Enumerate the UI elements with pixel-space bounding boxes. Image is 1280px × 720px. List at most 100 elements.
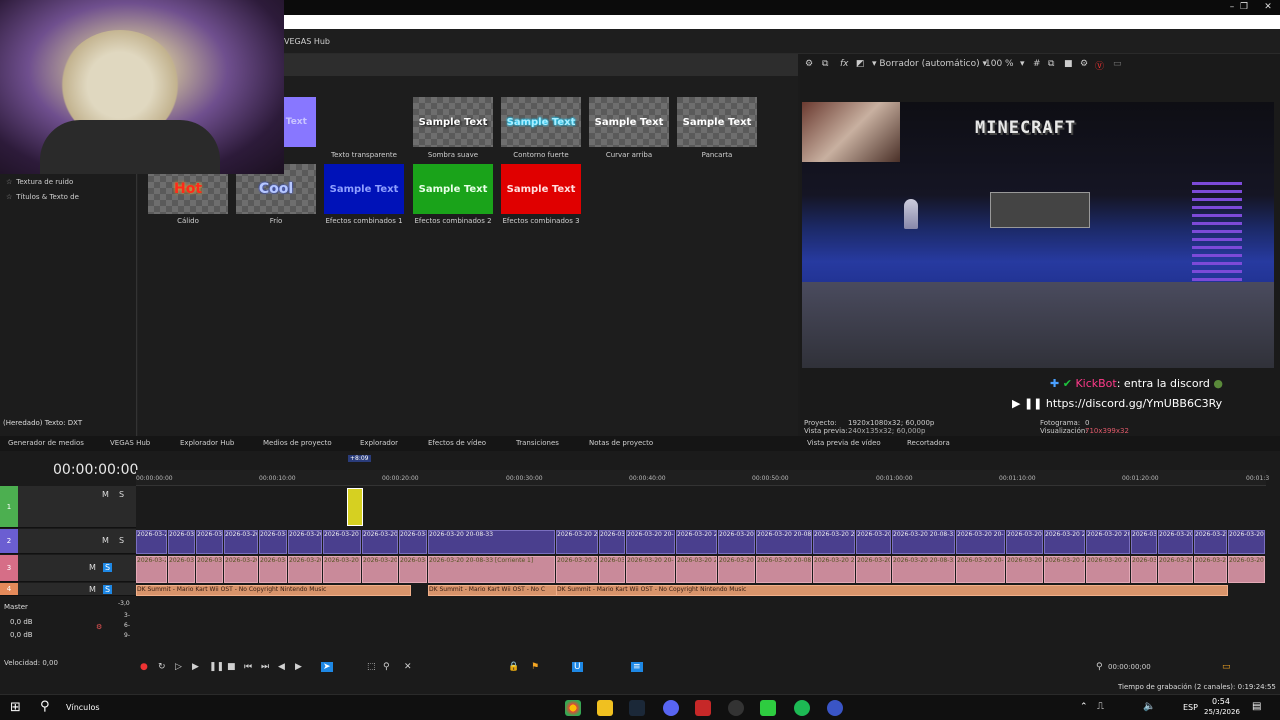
play-from-start-button[interactable]: ▷ (175, 662, 182, 672)
video-clip[interactable]: 2026-03-20 20-08-33 (323, 530, 361, 554)
audio-clip[interactable]: 2026-03-20 20-08-33 [Corriente 1] (1044, 556, 1085, 583)
normal-edit-tool-icon[interactable]: ➤ (321, 662, 333, 672)
kick-icon[interactable] (760, 700, 776, 716)
auto-ripple-icon[interactable]: ≡ (631, 662, 643, 672)
audio-clip[interactable]: 2026-03-20 20-08-33 [Corriente 1] (599, 556, 625, 583)
loop-button[interactable]: ↻ (158, 662, 166, 672)
audio-clip[interactable]: 2026-03-20 20-08-33 [Corriente 1] (1158, 556, 1193, 583)
video-clip[interactable]: 2026-03-20 20-08-33 (813, 530, 855, 554)
track-header[interactable]: 3 M S (0, 555, 136, 582)
selection-tool-icon[interactable]: ⬚ (367, 662, 376, 672)
pause-icon[interactable]: ❚❚ (1024, 397, 1042, 410)
music-clip[interactable]: DK Summit - Mario Kart Wii OST - No Copy… (136, 585, 411, 596)
pause-button[interactable]: ❚❚ (209, 662, 224, 672)
solo-button[interactable]: S (119, 536, 124, 545)
video-clip[interactable]: 2026-03-20 20-08-33 (428, 530, 555, 554)
music-clip[interactable]: DK Summit - Mario Kart Wii OST - No C (428, 585, 558, 596)
solo-button[interactable]: S (103, 563, 113, 572)
play-icon[interactable]: ▶ (1012, 397, 1020, 410)
vegas-icon[interactable]: Ⓥ (1095, 59, 1104, 72)
track-header[interactable]: 1 M S (0, 486, 136, 528)
save-snapshot-icon[interactable]: ■ (1064, 59, 1073, 69)
stop-button[interactable]: ■ (227, 662, 236, 672)
audio-clip[interactable]: 2026-03-20 20-08-33 [Corriente 1] (288, 556, 322, 583)
video-clip[interactable]: 2026-03-20 20-08-33 (626, 530, 675, 554)
video-clip[interactable]: 2026-03-20 20-08-33 (599, 530, 625, 554)
snapping-icon[interactable]: U (572, 662, 583, 672)
pin-icon[interactable]: ⚲ (1096, 662, 1103, 672)
preset-thumb-combined-3[interactable]: Sample Text (501, 164, 581, 214)
gear-icon[interactable]: ⚙ (805, 59, 813, 69)
file-explorer-icon[interactable] (597, 700, 613, 716)
app-icon[interactable] (695, 700, 711, 716)
video-clip[interactable]: 2026-03-20 20-08-33 (756, 530, 812, 554)
video-clip[interactable]: 2026-03-20 20-08-33 (1131, 530, 1157, 554)
video-clip[interactable]: 2026-03-20 20-08-33 (956, 530, 1005, 554)
text-event-clip[interactable] (347, 488, 363, 526)
audio-clip[interactable]: 2026-03-20 20-08-33 [Corriente 1] (196, 556, 223, 583)
audio-clip[interactable]: 2026-03-20 20-08-33 [Corriente 1] (626, 556, 675, 583)
go-to-end-button[interactable]: ⏭ (261, 662, 269, 672)
tab-video-preview[interactable]: Vista previa de vídeo (807, 439, 881, 447)
video-clip[interactable]: 2026-03-20 20-08-33 (399, 530, 427, 554)
music-clip[interactable]: DK Summit - Mario Kart Wii OST - No Copy… (556, 585, 1228, 596)
track-header[interactable]: 2 M S (0, 529, 136, 554)
audio-clip[interactable]: 2026-03-20 20-08-33 [Corriente 1] (676, 556, 717, 583)
windows-start-icon[interactable]: ⊞ (10, 700, 21, 715)
region-icon[interactable]: ▭ (1222, 662, 1231, 672)
clock-time[interactable]: 0:54 (1212, 697, 1230, 706)
audio-clip[interactable]: 2026-03-20 20-08-33 [Corriente 1] (259, 556, 287, 583)
audio-clip[interactable]: 2026-03-20 20-08-33 [Corriente 1] (956, 556, 1005, 583)
audio-clip[interactable]: 2026-03-20 20-08-33 [Corriente 1] (1228, 556, 1265, 583)
tree-item-noise-texture[interactable]: ☆ Textura de ruido (6, 178, 73, 186)
audio-clip[interactable]: 2026-03-20 20-08-33 [Corriente 1] (136, 556, 167, 583)
language-indicator[interactable]: ESP (1183, 703, 1198, 712)
audio-clip[interactable]: 2026-03-20 20-08-33 [Corriente 1] (323, 556, 361, 583)
video-clip[interactable]: 2026-03-20 20-08-33 (362, 530, 398, 554)
steam-icon[interactable] (629, 700, 645, 716)
preset-thumb-combined-1[interactable]: Sample Text (324, 164, 404, 214)
marker-label[interactable]: +8:09 (348, 455, 371, 462)
discord-icon[interactable] (663, 700, 679, 716)
obs-icon[interactable] (728, 700, 744, 716)
solo-button[interactable]: S (103, 585, 113, 594)
tab-hub-explorer[interactable]: Explorador Hub (180, 439, 234, 447)
mute-button[interactable]: M (102, 490, 109, 499)
audio-clip[interactable]: 2026-03-20 20-08-33 [Corriente 1] (168, 556, 195, 583)
chrome-icon[interactable] (565, 700, 581, 716)
chevron-down-icon[interactable]: ▾ (1020, 59, 1025, 69)
video-clip[interactable]: 2026-03-20 20-08-33 (856, 530, 891, 554)
video-clip[interactable]: 2026-03-20 20-08-33 (288, 530, 322, 554)
video-clip[interactable]: 2026-03-20 20-08-33 (259, 530, 287, 554)
search-icon[interactable]: ⚲ (40, 699, 50, 714)
taskbar-search-label[interactable]: Vínculos (66, 703, 100, 712)
monitor-icon[interactable]: ▭ (1113, 59, 1122, 69)
video-clip[interactable]: 2026-03-20 20-08-33 (892, 530, 955, 554)
spotify-icon[interactable] (794, 700, 810, 716)
video-clip[interactable]: 2026-03-20 20-08-33 (676, 530, 717, 554)
preset-thumb-banner[interactable]: Sample Text (677, 97, 757, 147)
video-clip[interactable]: 2026-03-20 20-08-33 (1228, 530, 1265, 554)
preset-thumb-combined-2[interactable]: Sample Text (413, 164, 493, 214)
audio-clip[interactable]: 2026-03-20 20-08-33 [Corriente 1] (362, 556, 398, 583)
clock-date[interactable]: 25/3/2026 (1204, 708, 1240, 716)
settings-icon[interactable]: ⚙ (1080, 59, 1088, 69)
go-to-start-button[interactable]: ⏮ (244, 662, 252, 672)
audio-clip[interactable]: 2026-03-20 20-08-33 [Corriente 1] (224, 556, 258, 583)
tab-trimmer[interactable]: Recortadora (907, 439, 950, 447)
video-clip[interactable]: 2026-03-20 20-08-33 (556, 530, 598, 554)
audio-clip[interactable]: 2026-03-20 20-08-33 [Corriente 1] (856, 556, 891, 583)
tab-explorer[interactable]: Explorador (360, 439, 398, 447)
video-clip[interactable]: 2026-03-20 20-08-33 (1086, 530, 1130, 554)
marker-icon[interactable]: ⚑ (531, 662, 539, 672)
maximize-button[interactable]: ❐ (1232, 0, 1256, 15)
external-monitor-icon[interactable]: ⧉ (822, 59, 828, 69)
video-clip[interactable]: 2026-03-20 20-08-33 (1044, 530, 1085, 554)
track-lane-3[interactable]: 2026-03-20 20-08-33 [Corriente 1]2026-03… (136, 556, 1266, 583)
tab-video-fx[interactable]: Efectos de vídeo (428, 439, 486, 447)
next-frame-button[interactable]: ▶ (295, 662, 302, 672)
tab-project-notes[interactable]: Notas de proyecto (589, 439, 653, 447)
preset-thumb-strong-outline[interactable]: Sample Text (501, 97, 581, 147)
preview-quality-dropdown[interactable]: ▾ Borrador (automático) ▾ (872, 59, 987, 69)
video-clip[interactable]: 2026-03-20 20-08-33 (718, 530, 755, 554)
